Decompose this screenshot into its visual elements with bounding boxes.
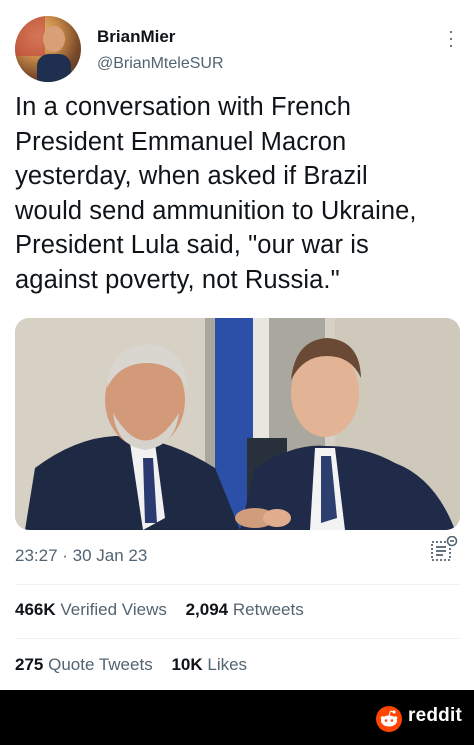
divider [15, 638, 460, 639]
reddit-footer-bar: reddit [0, 690, 474, 745]
likes-label: Likes [207, 655, 248, 674]
quotes-count: 275 [15, 655, 44, 674]
divider [15, 584, 460, 585]
views-count: 466K [15, 600, 56, 619]
quotes-stat[interactable]: 275 Quote Tweets [15, 655, 153, 674]
user-handle[interactable]: @BrianMteleSUR [97, 55, 224, 73]
retweets-label: Retweets [232, 600, 304, 619]
tweet-header: BrianMier @BrianMteleSUR · · · [15, 14, 460, 84]
tweet-text: In a conversation with French President … [15, 93, 417, 294]
stats-row-quotes-likes: 275 Quote Tweets 10K Likes [15, 655, 247, 675]
retweets-stat[interactable]: 2,094 Retweets [186, 600, 304, 619]
views-label: Verified Views [60, 600, 167, 619]
stats-row-views-retweets: 466K Verified Views 2,094 Retweets [15, 600, 304, 620]
photo-illustration [15, 318, 460, 530]
tweet-photo[interactable] [15, 318, 460, 530]
avatar[interactable] [15, 16, 81, 82]
likes-count: 10K [171, 655, 203, 674]
reddit-logo-icon [376, 706, 402, 732]
more-options-icon[interactable]: · · · [448, 22, 454, 54]
reader-mode-icon[interactable] [430, 535, 458, 564]
display-name[interactable]: BrianMier [97, 27, 175, 47]
views-stat[interactable]: 466K Verified Views [15, 600, 167, 619]
likes-stat[interactable]: 10K Likes [171, 655, 247, 674]
reddit-wordmark: reddit [408, 705, 462, 726]
quotes-label: Quote Tweets [48, 655, 153, 674]
retweets-count: 2,094 [185, 600, 229, 619]
tweet-timestamp[interactable]: 23:27 · 30 Jan 23 [15, 546, 147, 566]
